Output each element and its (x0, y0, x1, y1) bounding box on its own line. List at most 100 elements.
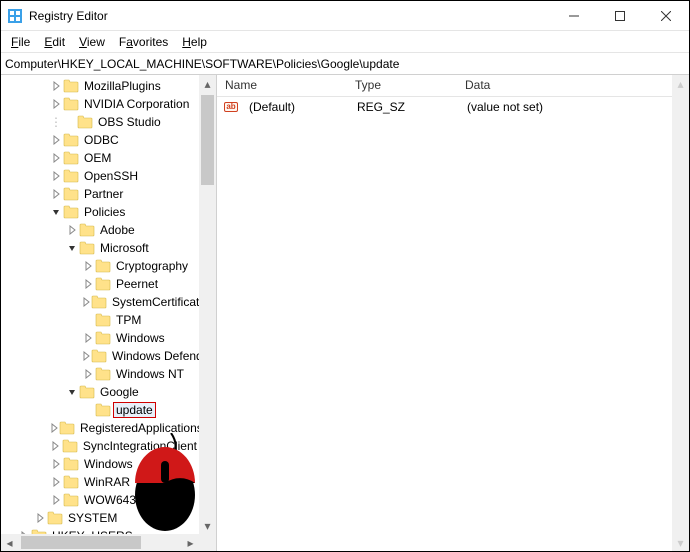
tree-node[interactable]: Windows (1, 455, 199, 473)
tree-node[interactable]: Windows Defender (1, 347, 199, 365)
tree-node-label: OBS Studio (96, 115, 163, 129)
chevron-right-icon[interactable] (81, 279, 95, 289)
tree-node-label: RegisteredApplications (78, 421, 199, 435)
tree-horizontal-scrollbar[interactable]: ◂ ▸ (1, 534, 199, 551)
tree-dots-icon: ⋮ (49, 115, 63, 129)
chevron-right-icon[interactable] (49, 81, 63, 91)
tree-node-label: OpenSSH (82, 169, 140, 183)
tree-node-label: SyncIntegrationClient (81, 439, 199, 453)
minimize-button[interactable] (551, 1, 597, 31)
menu-favorites[interactable]: Favorites (113, 33, 174, 51)
chevron-right-icon[interactable] (49, 459, 63, 469)
tree-node[interactable]: Peernet (1, 275, 199, 293)
chevron-down-icon[interactable] (49, 207, 63, 217)
chevron-right-icon[interactable] (49, 171, 63, 181)
tree-node[interactable]: OpenSSH (1, 167, 199, 185)
chevron-right-icon[interactable] (81, 333, 95, 343)
chevron-right-icon[interactable] (65, 225, 79, 235)
tree-node[interactable]: WOW6432Node (1, 491, 199, 509)
scroll-left-icon[interactable]: ◂ (1, 534, 18, 551)
folder-icon (63, 475, 79, 489)
chevron-right-icon[interactable] (49, 423, 59, 433)
tree-node[interactable]: Adobe (1, 221, 199, 239)
values-vertical-scrollbar[interactable]: ▴ ▾ (672, 75, 689, 551)
tree-node[interactable]: update (1, 401, 199, 419)
tree-node-label: WinRAR (82, 475, 132, 489)
chevron-right-icon[interactable] (49, 441, 62, 451)
tree-node[interactable]: ⋮ OBS Studio (1, 113, 199, 131)
tree-node-label: Windows NT (114, 367, 186, 381)
chevron-down-icon[interactable] (65, 387, 79, 397)
value-type: REG_SZ (349, 100, 459, 114)
tree-node-label: SystemCertificates (110, 295, 199, 309)
chevron-right-icon[interactable] (33, 513, 47, 523)
folder-icon (95, 277, 111, 291)
close-button[interactable] (643, 1, 689, 31)
tree-node[interactable]: SystemCertificates (1, 293, 199, 311)
menubar: File Edit View Favorites Help (1, 31, 689, 53)
chevron-right-icon[interactable] (49, 153, 63, 163)
menu-view[interactable]: View (73, 33, 111, 51)
chevron-right-icon[interactable] (49, 495, 63, 505)
scroll-thumb-h[interactable] (21, 536, 141, 549)
folder-icon (95, 331, 111, 345)
window-title: Registry Editor (29, 9, 551, 23)
content-area: MozillaPlugins NVIDIA Corporation ⋮ OBS Stu… (1, 75, 689, 551)
column-data[interactable]: Data (457, 75, 689, 96)
folder-icon (79, 223, 95, 237)
scroll-up-icon[interactable]: ▴ (199, 75, 216, 92)
tree-node[interactable]: NVIDIA Corporation (1, 95, 199, 113)
tree-node[interactable]: SyncIntegrationClient (1, 437, 199, 455)
scroll-down-icon[interactable]: ▾ (199, 517, 216, 534)
tree-node[interactable]: Policies (1, 203, 199, 221)
chevron-right-icon[interactable] (49, 477, 63, 487)
menu-edit[interactable]: Edit (38, 33, 71, 51)
chevron-right-icon[interactable] (49, 99, 63, 109)
menu-help[interactable]: Help (176, 33, 213, 51)
menu-file[interactable]: File (5, 33, 36, 51)
tree-node[interactable]: Microsoft (1, 239, 199, 257)
tree-vertical-scrollbar[interactable]: ▴ ▾ (199, 75, 216, 534)
values-list[interactable]: ab(Default)REG_SZ(value not set) (217, 97, 689, 117)
chevron-right-icon[interactable] (49, 189, 63, 199)
tree-node[interactable]: MozillaPlugins (1, 77, 199, 95)
tree-node[interactable]: RegisteredApplications (1, 419, 199, 437)
tree-node[interactable]: TPM (1, 311, 199, 329)
tree-node[interactable]: OEM (1, 149, 199, 167)
maximize-button[interactable] (597, 1, 643, 31)
chevron-right-icon[interactable] (49, 135, 63, 145)
registry-tree[interactable]: MozillaPlugins NVIDIA Corporation ⋮ OBS Stu… (1, 75, 199, 534)
scroll-right-icon[interactable]: ▸ (182, 534, 199, 551)
regedit-icon (7, 8, 23, 24)
tree-node[interactable]: Windows NT (1, 365, 199, 383)
tree-node[interactable]: HKEY_USERS (1, 527, 199, 534)
folder-icon (95, 367, 111, 381)
scroll-thumb[interactable] (201, 95, 214, 185)
folder-icon (63, 79, 79, 93)
folder-icon (63, 457, 79, 471)
scroll-corner (199, 534, 216, 551)
folder-icon (79, 241, 95, 255)
tree-node[interactable]: SYSTEM (1, 509, 199, 527)
folder-icon (95, 403, 111, 417)
column-name[interactable]: Name (217, 75, 347, 96)
column-type[interactable]: Type (347, 75, 457, 96)
tree-node[interactable]: WinRAR (1, 473, 199, 491)
chevron-right-icon[interactable] (81, 369, 95, 379)
tree-node[interactable]: Windows (1, 329, 199, 347)
address-bar[interactable]: Computer\HKEY_LOCAL_MACHINE\SOFTWARE\Pol… (1, 53, 689, 75)
tree-node[interactable]: Cryptography (1, 257, 199, 275)
tree-node[interactable]: Partner (1, 185, 199, 203)
tree-node[interactable]: ODBC (1, 131, 199, 149)
tree-node-label: Windows (82, 457, 135, 471)
tree-node-label: ODBC (82, 133, 121, 147)
chevron-right-icon[interactable] (81, 351, 91, 361)
string-value-icon: ab (223, 99, 239, 115)
tree-node-label: MozillaPlugins (82, 79, 163, 93)
folder-icon (59, 421, 75, 435)
tree-node[interactable]: Google (1, 383, 199, 401)
value-row[interactable]: ab(Default)REG_SZ(value not set) (217, 97, 689, 117)
chevron-right-icon[interactable] (81, 297, 91, 307)
chevron-down-icon[interactable] (65, 243, 79, 253)
chevron-right-icon[interactable] (81, 261, 95, 271)
